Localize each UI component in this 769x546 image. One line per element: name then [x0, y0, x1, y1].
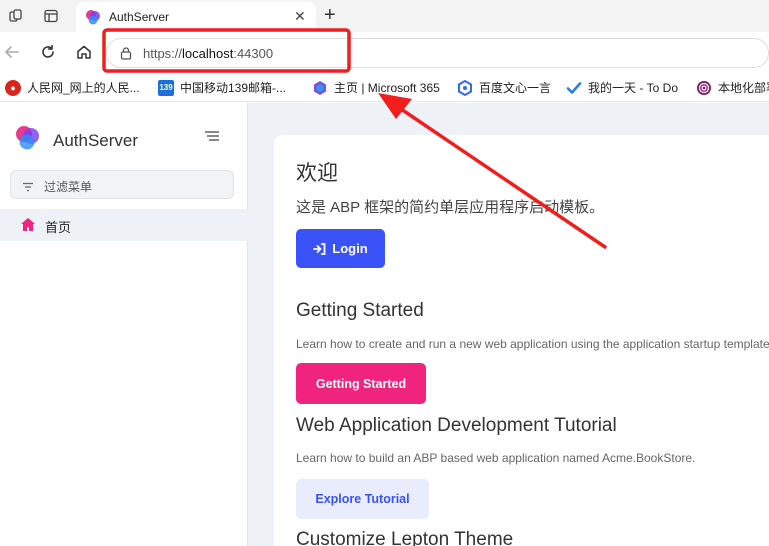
url-port: :44300 — [233, 46, 274, 61]
url-scheme: https:// — [143, 46, 183, 61]
todo-icon — [566, 80, 582, 96]
sidebar: AuthServer 过滤菜单 首页 — [0, 103, 248, 546]
section-description: Learn how to build an ABP based web appl… — [296, 451, 696, 465]
filter-placeholder: 过滤菜单 — [44, 180, 93, 194]
tab-strip: AuthServer ✕ + — [0, 0, 769, 32]
bookmark-label: 人民网_网上的人民... — [27, 81, 140, 95]
navigation-bar: https://localhost:44300 — [0, 32, 769, 72]
app-area: AuthServer 过滤菜单 首页 欢迎 这是 ABP 框架的简约单层应用程序… — [0, 103, 769, 546]
bookmark-item[interactable]: 139 中国移动139邮箱-... — [158, 79, 286, 96]
url-text: https://localhost:44300 — [143, 46, 273, 61]
bookmark-label: 我的一天 - To Do — [588, 81, 679, 95]
getting-started-button[interactable]: Getting Started — [296, 363, 426, 404]
brand-name: AuthServer — [53, 130, 139, 150]
tab-authserver[interactable]: AuthServer ✕ — [76, 2, 316, 32]
close-tab-icon[interactable]: ✕ — [294, 8, 306, 25]
main-card: 欢迎 这是 ABP 框架的简约单层应用程序启动模板。 Login Getting… — [274, 135, 769, 546]
bookmark-item[interactable]: 我的一天 - To Do — [566, 79, 678, 96]
sign-in-icon — [313, 242, 326, 255]
tab-actions-icon[interactable] — [41, 6, 61, 26]
bookmark-item[interactable]: ● 人民网_网上的人民... — [5, 79, 140, 96]
section-title: Getting Started — [296, 300, 424, 321]
address-bar[interactable]: https://localhost:44300 — [106, 38, 769, 68]
section-description: Learn how to create and run a new web ap… — [296, 337, 769, 351]
page-title: 欢迎 — [296, 162, 338, 185]
section-title: Web Application Development Tutorial — [296, 415, 617, 436]
url-host: localhost — [182, 46, 234, 61]
menu-toggle-icon[interactable] — [204, 129, 220, 147]
abp-logo-icon — [84, 8, 102, 26]
home-icon — [20, 217, 36, 237]
filter-icon — [22, 179, 34, 197]
wenxin-icon — [457, 79, 473, 96]
new-tab-icon[interactable]: + — [324, 4, 336, 26]
bookmark-label: 主页 | Microsoft 365 — [334, 81, 440, 95]
bookmark-item[interactable]: 本地化部署 — [696, 79, 769, 96]
explore-tutorial-button[interactable]: Explore Tutorial — [296, 479, 429, 519]
tab-title: AuthServer — [109, 10, 170, 24]
sidebar-item-label: 首页 — [45, 220, 72, 235]
bookmark-label: 中国移动139邮箱-... — [180, 81, 287, 95]
sidebar-item-home[interactable]: 首页 — [0, 209, 248, 241]
microsoft-365-icon — [312, 80, 328, 96]
refresh-icon[interactable] — [37, 41, 59, 63]
section-title: Customize Lepton Theme — [296, 529, 514, 546]
home-button-icon[interactable] — [73, 41, 95, 63]
brand[interactable]: AuthServer — [13, 123, 138, 158]
139-mail-icon: 139 — [158, 79, 174, 96]
bookmark-label: 百度文心一言 — [479, 81, 552, 95]
login-button[interactable]: Login — [296, 229, 385, 268]
bookmark-label: 本地化部署 — [718, 81, 769, 95]
lock-icon[interactable] — [119, 46, 133, 65]
welcome-description: 这是 ABP 框架的简约单层应用程序启动模板。 — [296, 199, 605, 216]
bookmarks-bar: ● 人民网_网上的人民... 139 中国移动139邮箱-... 主页 | Mi… — [0, 72, 769, 102]
bookmark-item[interactable]: 百度文心一言 — [457, 79, 551, 96]
filter-menu-input[interactable]: 过滤菜单 — [10, 170, 234, 199]
abp-logo-icon — [13, 123, 43, 158]
login-label: Login — [332, 241, 368, 256]
people-daily-icon: ● — [5, 79, 21, 96]
back-icon[interactable] — [1, 41, 23, 63]
spiral-icon — [696, 80, 712, 96]
workspaces-icon[interactable] — [6, 6, 26, 26]
bookmark-item[interactable]: 主页 | Microsoft 365 — [312, 79, 440, 96]
